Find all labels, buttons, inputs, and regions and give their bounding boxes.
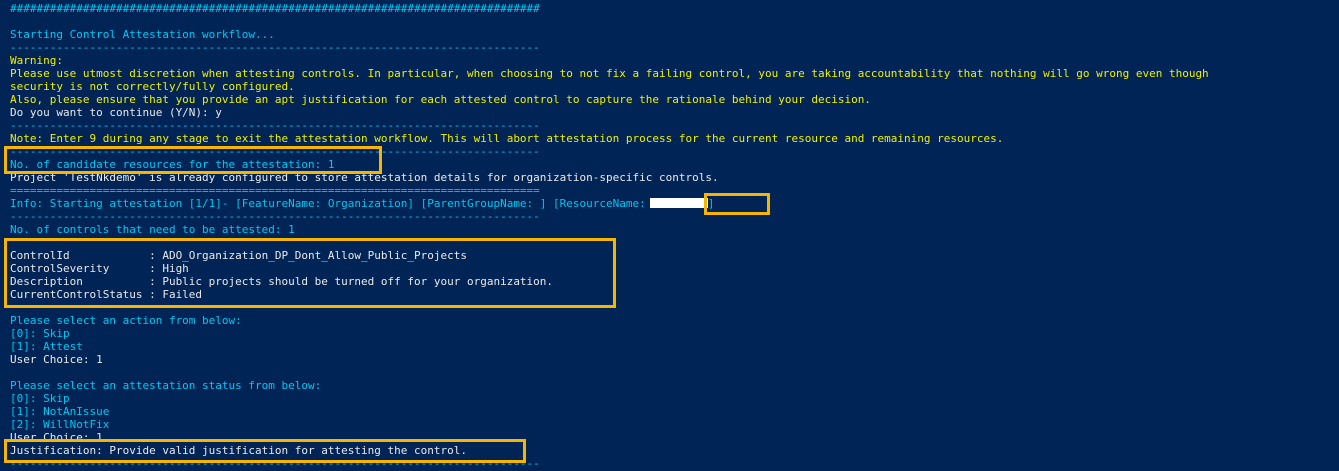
terminal-line: security is not correctly/fully configur… — [10, 80, 1339, 93]
terminal-line: Description : Public projects should be … — [10, 275, 1339, 288]
terminal-line: [1]: Attest — [10, 340, 1339, 353]
terminal-line: Project 'TestNkdemo' is already configur… — [10, 171, 1339, 184]
terminal-line-text: No. of candidate resources for the attes… — [10, 158, 335, 171]
terminal-line-text: Please select an action from below: — [10, 314, 242, 327]
terminal-line-text: [0]: Skip — [10, 327, 70, 340]
terminal-line-text: Do you want to continue (Y/N): y — [10, 106, 222, 119]
terminal-line: User Choice: 1 — [10, 353, 1339, 366]
terminal-line-text: Also, please ensure that you provide an … — [10, 93, 871, 106]
terminal-line-text: Justification: Provide valid justificati… — [10, 444, 467, 457]
terminal-line-text: [1]: NotAnIssue — [10, 405, 110, 418]
terminal-line-text: Please select an attestation status from… — [10, 379, 322, 392]
terminal-line-text: No. of controls that need to be attested… — [10, 223, 295, 236]
redacted-resource-name — [649, 198, 708, 208]
terminal-line: ----------------------------------------… — [10, 119, 1339, 132]
terminal-line: ControlId : ADO_Organization_DP_Dont_All… — [10, 249, 1339, 262]
terminal-line-text: Starting Control Attestation workflow... — [10, 28, 275, 41]
terminal-line-text: ########################################… — [10, 2, 540, 15]
terminal-line: User Choice: 1 — [10, 431, 1339, 444]
terminal-line-text: ----------------------------------------… — [10, 457, 540, 470]
terminal-line: Please use utmost discretion when attest… — [10, 67, 1339, 80]
terminal-line-text: Info: Starting attestation [1/1]- [Featu… — [10, 197, 646, 210]
terminal-line: Also, please ensure that you provide an … — [10, 93, 1339, 106]
terminal-line-text: ----------------------------------------… — [10, 41, 540, 54]
terminal-line: No. of candidate resources for the attes… — [10, 158, 1339, 171]
terminal-line: ########################################… — [10, 2, 1339, 15]
terminal-line-text: security is not correctly/fully configur… — [10, 80, 295, 93]
terminal-output: ########################################… — [10, 2, 1339, 470]
terminal-line-text: User Choice: 1 — [10, 353, 103, 366]
terminal-line: [1]: NotAnIssue — [10, 405, 1339, 418]
terminal-line: Justification: Provide valid justificati… — [10, 444, 1339, 457]
terminal-line-text: ControlSeverity : High — [10, 262, 189, 275]
terminal-line-text: [2]: WillNotFix — [10, 418, 110, 431]
terminal-line: ----------------------------------------… — [10, 457, 1339, 470]
terminal-line: Note: Enter 9 during any stage to exit t… — [10, 132, 1339, 145]
terminal-line-text: CurrentControlStatus : Failed — [10, 288, 203, 301]
terminal-line: Info: Starting attestation [1/1]- [Featu… — [10, 197, 1339, 210]
terminal-line: CurrentControlStatus : Failed — [10, 288, 1339, 301]
terminal-line: ----------------------------------------… — [10, 210, 1339, 223]
terminal-line-text: Note: Enter 9 during any stage to exit t… — [10, 132, 1004, 145]
terminal-line: Please select an action from below: — [10, 314, 1339, 327]
terminal-line-text: Warning: — [10, 54, 63, 67]
terminal-line: Please select an attestation status from… — [10, 379, 1339, 392]
terminal-line-text: ----------------------------------------… — [10, 145, 540, 158]
terminal-line: [0]: Skip — [10, 327, 1339, 340]
terminal-line-text: Project 'TestNkdemo' is already configur… — [10, 171, 719, 184]
terminal-line-text: [0]: Skip — [10, 392, 70, 405]
terminal-line: ========================================… — [10, 184, 1339, 197]
terminal-line: No. of controls that need to be attested… — [10, 223, 1339, 236]
terminal-line-text: ========================================… — [10, 184, 540, 197]
terminal-line-text: [1]: Attest — [10, 340, 83, 353]
terminal-line: [0]: Skip — [10, 392, 1339, 405]
terminal-line-text: ControlId : ADO_Organization_DP_Dont_All… — [10, 249, 467, 262]
redacted-suffix: ] — [707, 197, 715, 210]
terminal-line-text: Description : Public projects should be … — [10, 275, 554, 288]
terminal-line: ----------------------------------------… — [10, 145, 1339, 158]
terminal-line: Warning: — [10, 54, 1339, 67]
terminal-line-text: ----------------------------------------… — [10, 119, 540, 132]
terminal-line-text: Please use utmost discretion when attest… — [10, 67, 1209, 80]
terminal-line: [2]: WillNotFix — [10, 418, 1339, 431]
terminal-line: ----------------------------------------… — [10, 41, 1339, 54]
terminal-line: ControlSeverity : High — [10, 262, 1339, 275]
terminal-line-text: User Choice: 1 — [10, 431, 103, 444]
terminal-line-text: ----------------------------------------… — [10, 210, 540, 223]
terminal-line: Do you want to continue (Y/N): y — [10, 106, 1339, 119]
terminal-line: Starting Control Attestation workflow... — [10, 28, 1339, 41]
